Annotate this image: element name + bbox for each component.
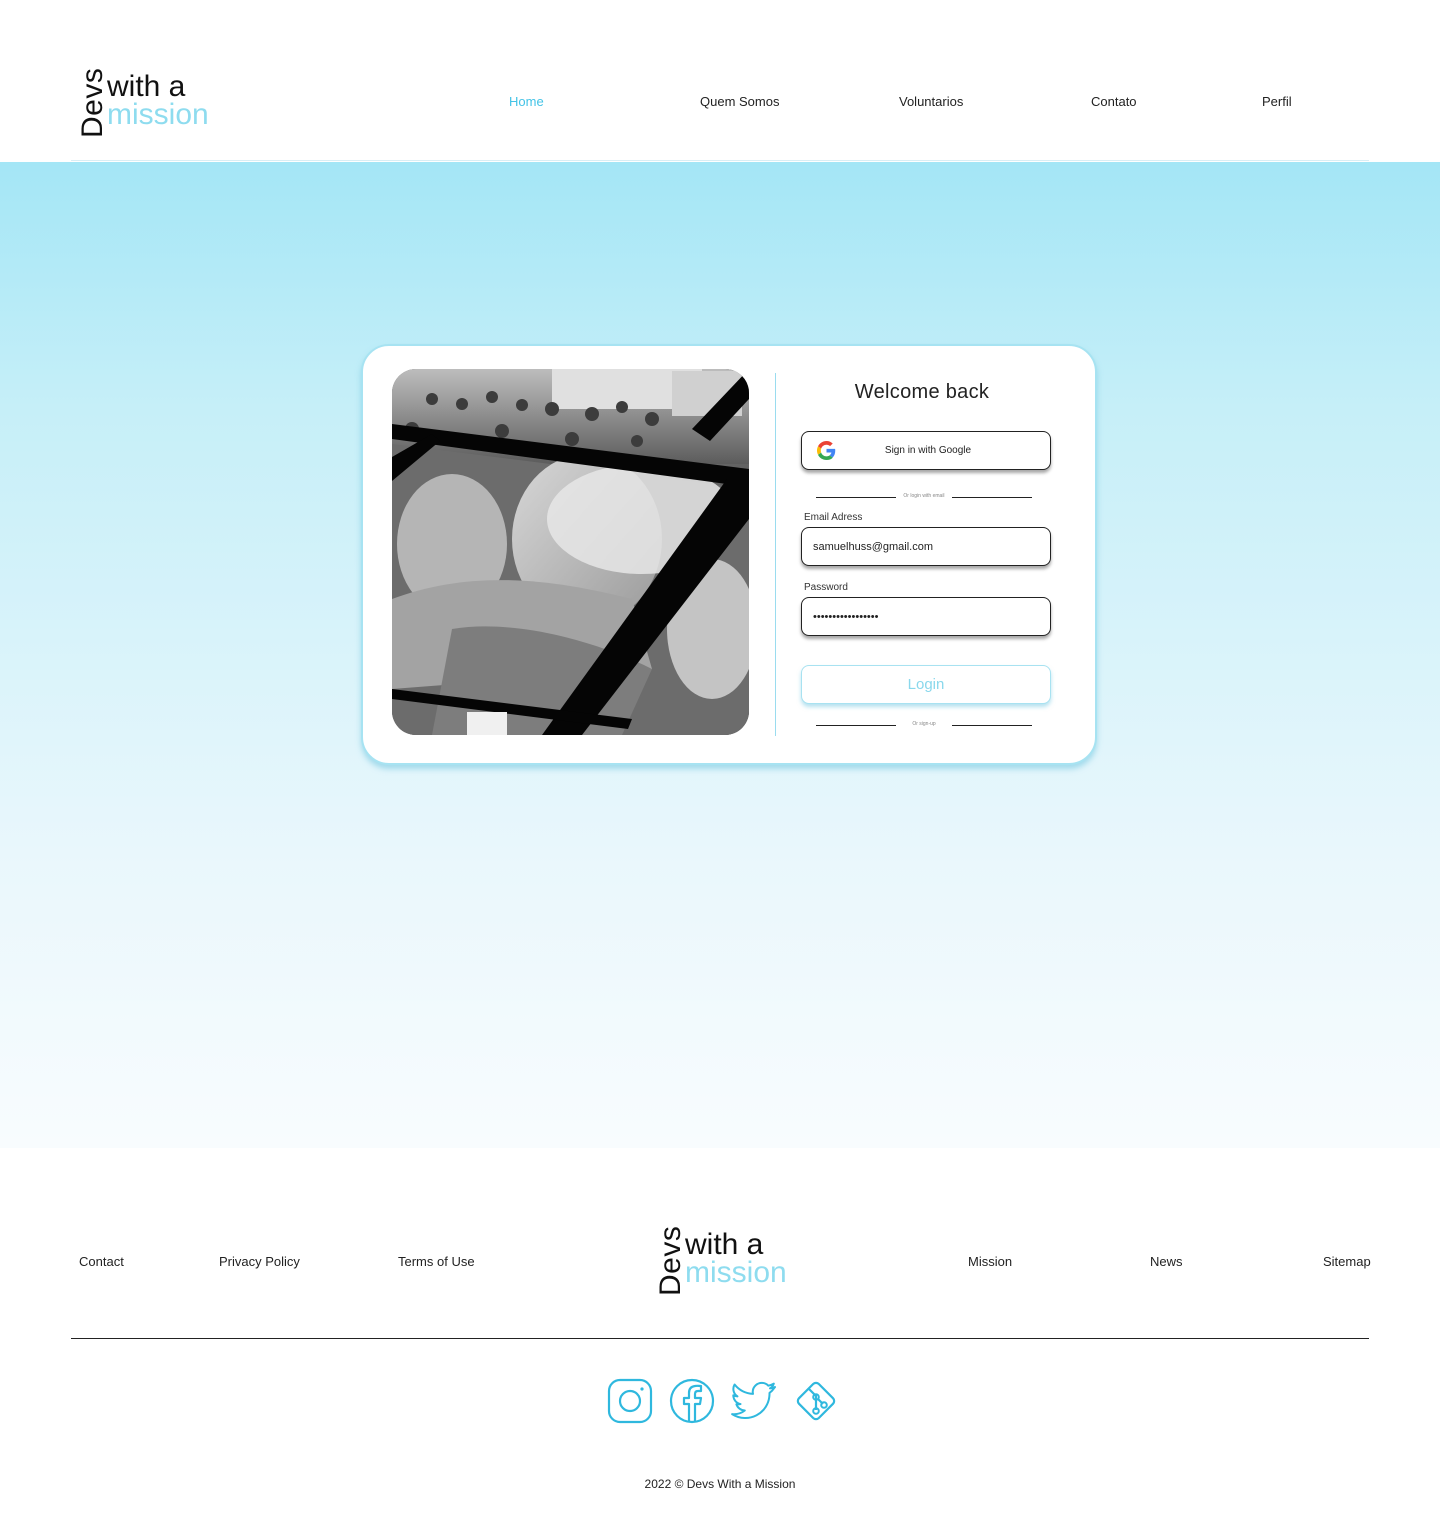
twitter-icon[interactable] — [730, 1377, 778, 1425]
password-field[interactable] — [801, 597, 1051, 636]
nav-voluntarios[interactable]: Voluntarios — [899, 94, 963, 109]
card-divider — [775, 373, 776, 736]
footer-logo[interactable]: Devs with a mission — [654, 1225, 794, 1298]
or-login-email-divider: Or login with email — [816, 492, 1032, 502]
google-signin-button[interactable]: Sign in with Google — [801, 431, 1051, 470]
or-signup-text[interactable]: Or sign-up — [896, 721, 952, 727]
footer-divider — [71, 1338, 1369, 1339]
footer-link-contact[interactable]: Contact — [79, 1254, 124, 1269]
login-button[interactable]: Login — [801, 665, 1051, 704]
footer-link-privacy[interactable]: Privacy Policy — [219, 1254, 300, 1269]
email-field[interactable] — [801, 527, 1051, 566]
facebook-icon[interactable] — [668, 1377, 716, 1425]
nav-quem-somos[interactable]: Quem Somos — [700, 94, 779, 109]
git-icon[interactable] — [792, 1377, 840, 1425]
footer-link-news[interactable]: News — [1150, 1254, 1183, 1269]
divider-line-left — [816, 725, 896, 726]
welcome-title: Welcome back — [854, 381, 990, 403]
logo-mission: mission — [685, 1256, 787, 1289]
logo-devs: Devs — [76, 67, 109, 138]
photo-collage-image — [392, 369, 749, 735]
site-header: Devs with a mission Home Quem Somos Volu… — [0, 0, 1440, 162]
nav-contato[interactable]: Contato — [1091, 94, 1137, 109]
footer-link-terms[interactable]: Terms of Use — [398, 1254, 475, 1269]
footer-link-sitemap[interactable]: Sitemap — [1323, 1254, 1371, 1269]
copyright-text: 2022 © Devs With a Mission — [644, 1477, 796, 1491]
volunteer-photo — [392, 369, 749, 735]
divider-line-left — [816, 497, 896, 498]
google-signin-label: Sign in with Google — [884, 445, 972, 456]
divider-line-right — [952, 497, 1032, 498]
logo-devs: Devs — [654, 1225, 687, 1296]
email-label: Email Adress — [804, 512, 863, 523]
header-divider — [71, 160, 1369, 161]
header-logo[interactable]: Devs with a mission — [76, 67, 216, 140]
instagram-icon[interactable] — [606, 1377, 654, 1425]
divider-line-right — [952, 725, 1032, 726]
password-label: Password — [804, 582, 848, 593]
or-signup-divider: Or sign-up — [816, 720, 1032, 730]
or-login-email-text: Or login with email — [903, 493, 945, 499]
nav-home[interactable]: Home — [509, 94, 544, 109]
nav-perfil[interactable]: Perfil — [1262, 94, 1292, 109]
footer-link-mission[interactable]: Mission — [968, 1254, 1012, 1269]
logo-mission: mission — [107, 98, 209, 131]
